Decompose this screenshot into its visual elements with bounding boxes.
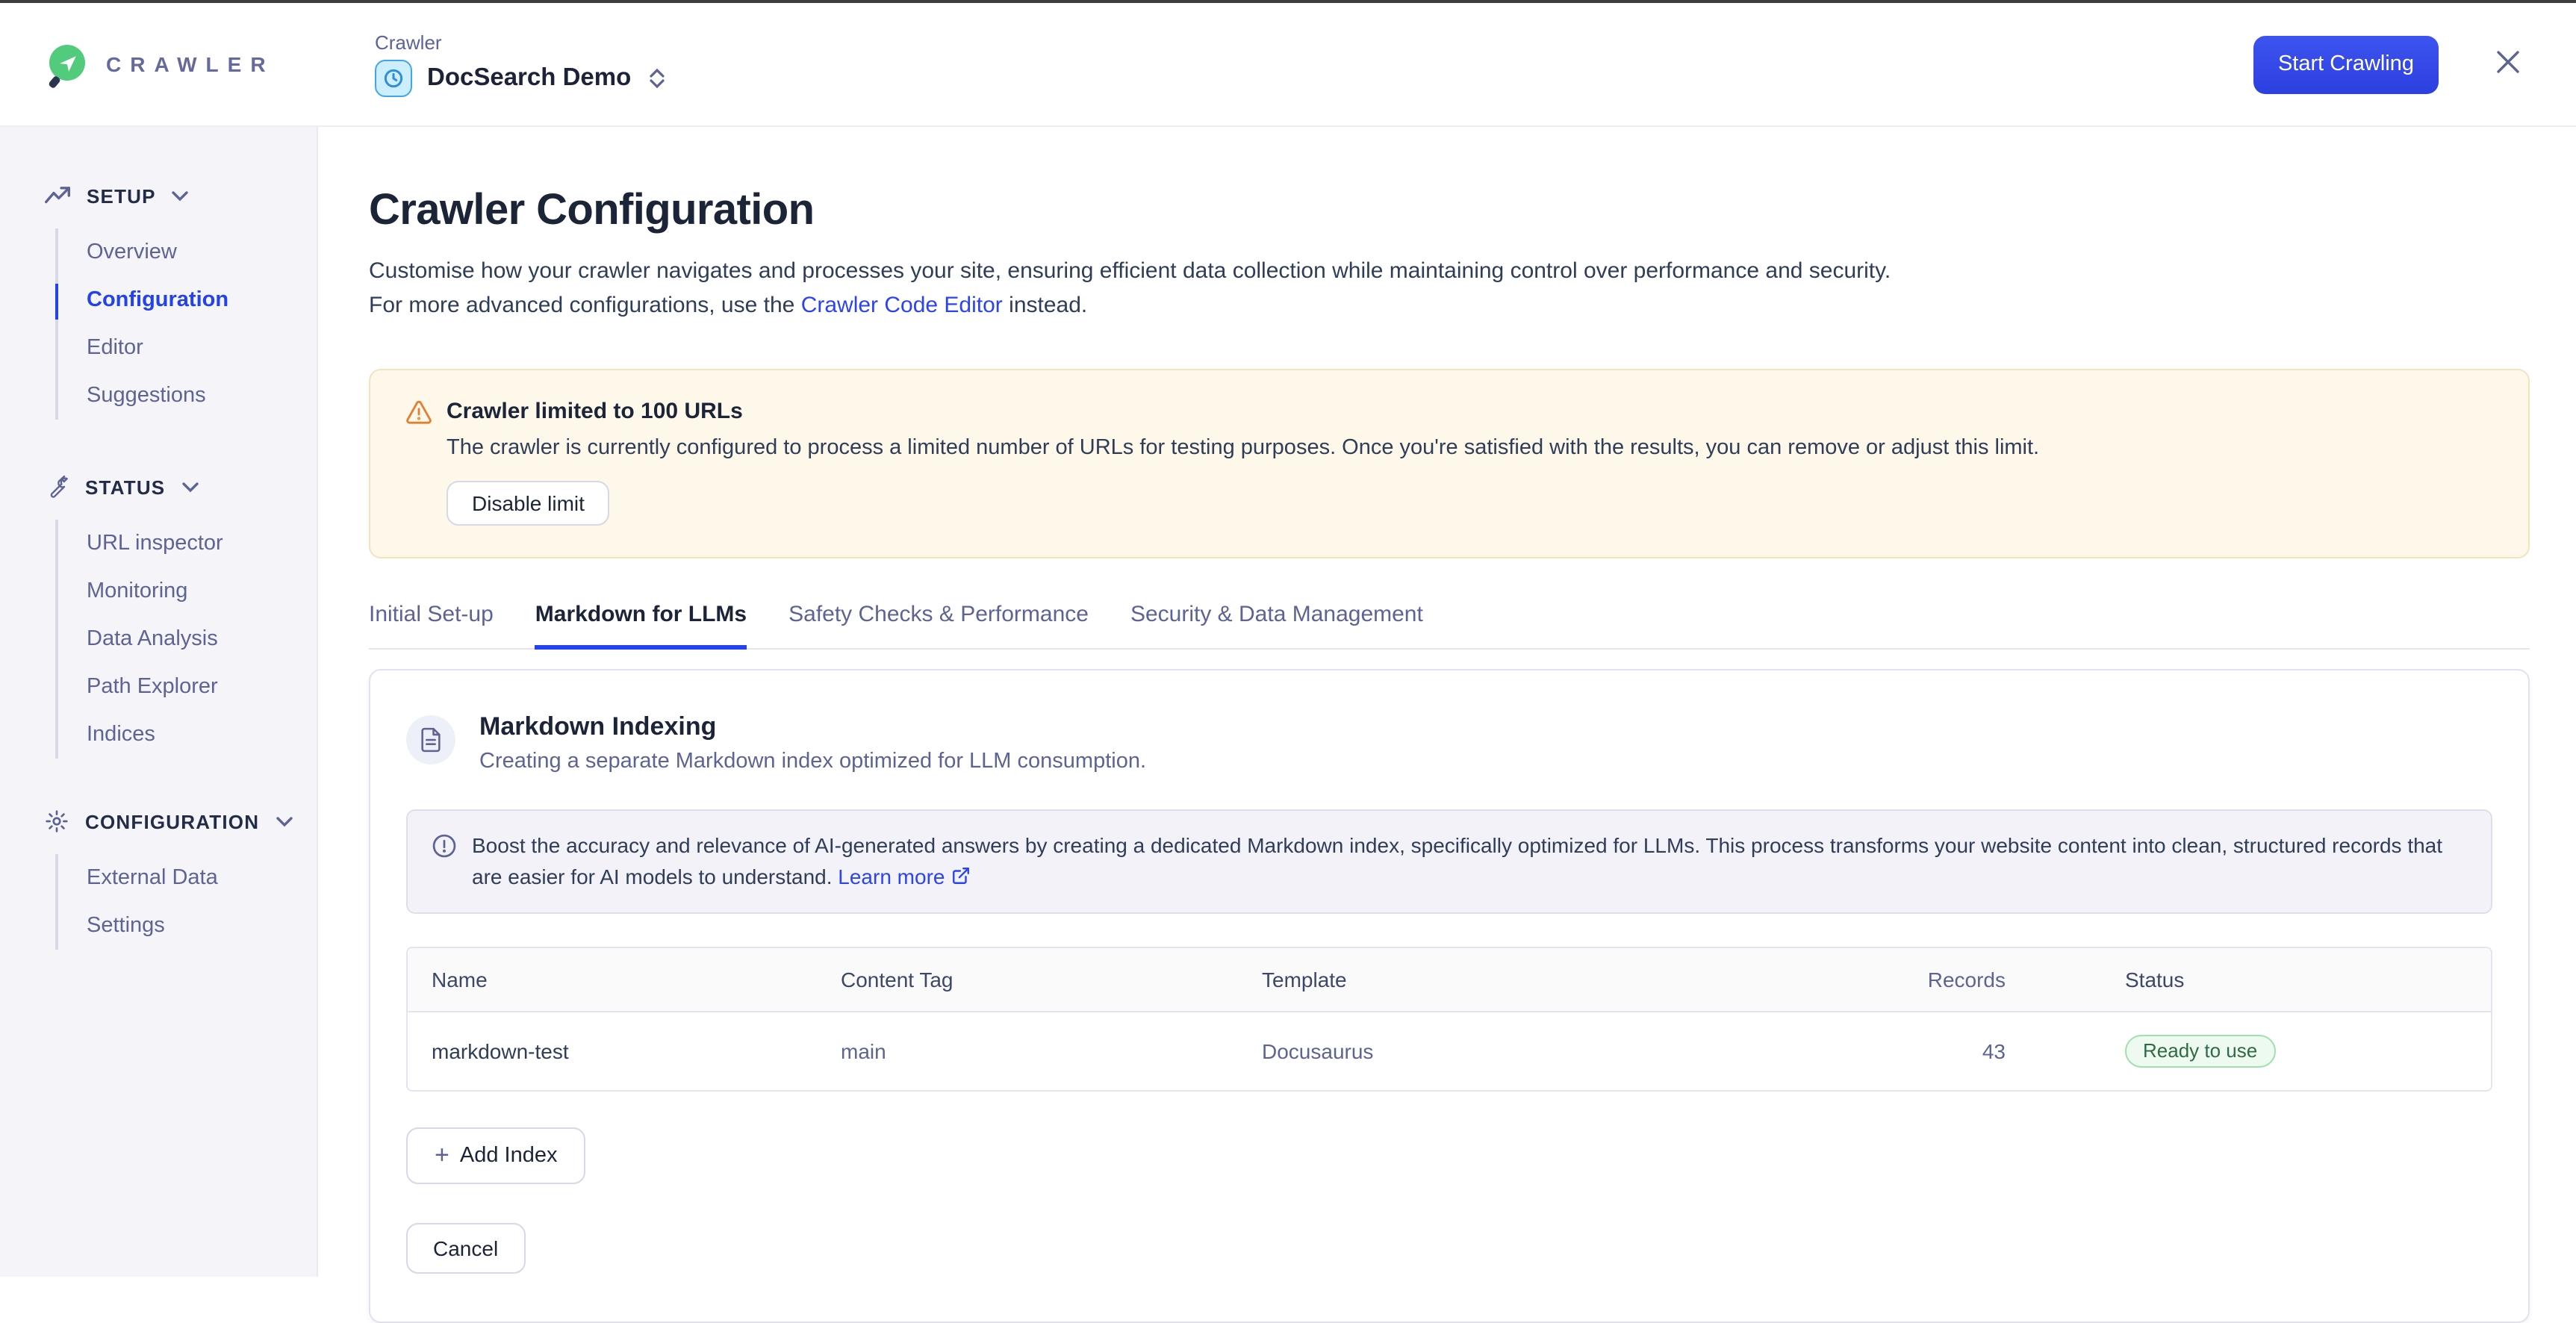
- description-line2-prefix: For more advanced configurations, use th…: [369, 293, 801, 318]
- markdown-indexing-card: Markdown Indexing Creating a separate Ma…: [369, 669, 2530, 1323]
- sidebar-section-configuration[interactable]: CONFIGURATION: [0, 806, 317, 836]
- project-name: DocSearch Demo: [427, 64, 631, 93]
- sidebar-item-external-data[interactable]: External Data: [58, 854, 317, 902]
- cell-content-tag: main: [817, 1012, 1238, 1090]
- sidebar-item-settings[interactable]: Settings: [58, 902, 317, 950]
- page-title: Crawler Configuration: [369, 187, 2530, 236]
- project-select[interactable]: DocSearch Demo: [375, 60, 664, 97]
- sidebar-status-items: URL inspector Monitoring Data Analysis P…: [55, 520, 317, 759]
- sidebar-section-status[interactable]: STATUS: [0, 472, 317, 502]
- sidebar-item-indices[interactable]: Indices: [58, 711, 317, 759]
- col-header-name: Name: [408, 948, 817, 1012]
- tab-markdown-for-llms[interactable]: Markdown for LLMs: [535, 602, 747, 648]
- sidebar-section-label: STATUS: [85, 476, 165, 498]
- card-title: Markdown Indexing: [479, 712, 1146, 742]
- chevron-down-icon: [172, 190, 189, 201]
- description-line1: Customise how your crawler navigates and…: [369, 258, 1891, 284]
- indexes-table: Name Content Tag Template Records Status…: [406, 947, 2492, 1092]
- sidebar-item-data-analysis[interactable]: Data Analysis: [58, 615, 317, 663]
- sidebar-item-overview[interactable]: Overview: [58, 228, 317, 276]
- sidebar-section-label: SETUP: [87, 184, 156, 207]
- project-switcher: Crawler DocSearch Demo: [375, 31, 664, 97]
- crawler-logo-text: CRAWLER: [106, 52, 275, 76]
- chevron-down-icon: [276, 816, 292, 827]
- plus-icon: +: [435, 1141, 449, 1171]
- tab-initial-setup[interactable]: Initial Set-up: [369, 602, 494, 648]
- status-badge: Ready to use: [2125, 1035, 2275, 1068]
- crawler-code-editor-link[interactable]: Crawler Code Editor: [801, 293, 1003, 318]
- description-line2-suffix: instead.: [1003, 293, 1087, 318]
- sidebar: SETUP Overview Configuration Editor Sugg…: [0, 127, 318, 1277]
- cell-records: 43: [1835, 1012, 2029, 1090]
- sidebar-item-suggestions[interactable]: Suggestions: [58, 372, 317, 420]
- info-icon: [432, 833, 457, 859]
- wrench-icon: [45, 475, 69, 499]
- add-index-label: Add Index: [460, 1144, 558, 1168]
- cell-name: markdown-test: [408, 1012, 817, 1090]
- info-text: Boost the accuracy and relevance of AI-g…: [472, 830, 2467, 893]
- sidebar-configuration-items: External Data Settings: [55, 854, 317, 950]
- cancel-button[interactable]: Cancel: [406, 1223, 525, 1274]
- close-icon[interactable]: [2489, 43, 2527, 86]
- page-description: Customise how your crawler navigates and…: [369, 254, 2530, 323]
- sidebar-item-monitoring[interactable]: Monitoring: [58, 567, 317, 615]
- card-subtitle: Creating a separate Markdown index optim…: [479, 750, 1146, 773]
- sidebar-item-configuration[interactable]: Configuration: [58, 276, 317, 324]
- top-header: CRAWLER Crawler DocSearch Demo Start Cra…: [0, 3, 2576, 127]
- app-window: CRAWLER Crawler DocSearch Demo Start Cra…: [0, 0, 2576, 1278]
- trend-up-icon: [45, 187, 70, 205]
- crawler-logo-icon: [49, 45, 88, 84]
- config-tabs: Initial Set-up Markdown for LLMs Safety …: [369, 602, 2530, 650]
- banner-title: Crawler limited to 100 URLs: [447, 399, 743, 424]
- banner-body: The crawler is currently configured to p…: [447, 436, 2492, 460]
- external-link-icon[interactable]: [951, 866, 970, 885]
- crawler-logo: CRAWLER: [49, 45, 333, 84]
- col-header-content-tag: Content Tag: [817, 948, 1238, 1012]
- warning-triangle-icon: [406, 399, 432, 423]
- tab-security-data-management[interactable]: Security & Data Management: [1130, 602, 1423, 648]
- select-chevrons-icon: [649, 69, 664, 88]
- active-item-rail: [55, 284, 58, 320]
- disable-limit-button[interactable]: Disable limit: [447, 481, 610, 526]
- document-icon: [406, 715, 455, 765]
- sidebar-item-path-explorer[interactable]: Path Explorer: [58, 663, 317, 711]
- sidebar-section-setup[interactable]: SETUP: [0, 181, 317, 211]
- start-crawling-button[interactable]: Start Crawling: [2253, 35, 2439, 93]
- cell-status: Ready to use: [2029, 1012, 2491, 1090]
- sidebar-section-label: CONFIGURATION: [85, 810, 259, 832]
- sidebar-item-url-inspector[interactable]: URL inspector: [58, 520, 317, 567]
- col-header-template: Template: [1238, 948, 1835, 1012]
- url-limit-banner: Crawler limited to 100 URLs The crawler …: [369, 369, 2530, 558]
- sidebar-setup-items: Overview Configuration Editor Suggestion…: [55, 228, 317, 420]
- table-row[interactable]: markdown-test main Docusaurus 43 Ready t…: [408, 1012, 2491, 1090]
- col-header-status: Status: [2029, 948, 2491, 1012]
- info-box: Boost the accuracy and relevance of AI-g…: [406, 809, 2492, 914]
- col-header-records: Records: [1835, 948, 2029, 1012]
- learn-more-link[interactable]: Learn more: [838, 865, 945, 888]
- tab-safety-checks-performance[interactable]: Safety Checks & Performance: [788, 602, 1089, 648]
- add-index-button[interactable]: + Add Index: [406, 1127, 586, 1184]
- table-header-row: Name Content Tag Template Records Status: [408, 948, 2491, 1012]
- main-content: Crawler Configuration Customise how your…: [318, 127, 2576, 1277]
- cell-template: Docusaurus: [1238, 1012, 1835, 1090]
- project-switcher-label: Crawler: [375, 31, 664, 54]
- chevron-down-icon: [181, 482, 198, 492]
- clock-icon: [375, 60, 412, 97]
- sidebar-item-editor[interactable]: Editor: [58, 324, 317, 372]
- gear-icon: [45, 809, 69, 833]
